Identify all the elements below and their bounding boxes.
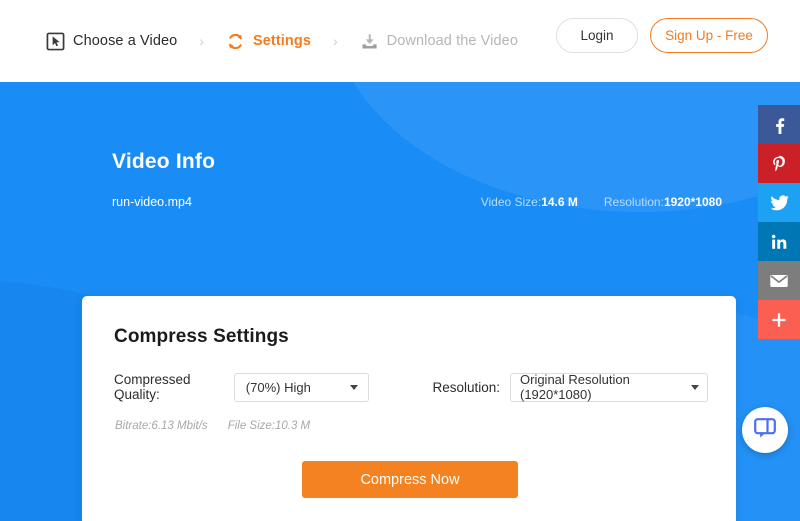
share-linkedin-button[interactable] <box>758 222 800 261</box>
video-resolution-label: Resolution: <box>603 195 664 209</box>
video-size-value: 14.6 M <box>541 195 578 209</box>
refresh-sync-icon <box>226 32 245 51</box>
compressed-quality-value: (70%) High <box>245 379 311 395</box>
facebook-icon <box>769 115 789 135</box>
login-button[interactable]: Login <box>556 18 638 53</box>
social-share-bar <box>758 105 800 339</box>
video-size: Video Size:14.6 M <box>481 195 578 209</box>
output-stats: Bitrate:6.13 Mbit/s File Size:10.3 M <box>115 420 310 432</box>
top-header: Choose a Video › Settings › Download the… <box>0 0 800 82</box>
plus-icon <box>769 310 789 330</box>
video-info-title: Video Info <box>112 150 216 173</box>
video-info-row: run-video.mp4 Video Size:14.6 M Resoluti… <box>112 195 722 209</box>
resolution-control: Resolution: Original Resolution (1920*10… <box>432 372 708 402</box>
chat-widget-button[interactable] <box>742 407 788 453</box>
breadcrumb-chevron: › <box>333 33 338 49</box>
step-settings[interactable]: Settings <box>226 32 311 51</box>
video-info-block: Video Info run-video.mp4 Video Size:14.6… <box>112 150 722 209</box>
resolution-value: Original Resolution (1920*1080) <box>520 372 630 402</box>
cursor-select-icon <box>46 32 65 51</box>
linkedin-icon <box>769 232 789 252</box>
video-file-name: run-video.mp4 <box>112 195 192 209</box>
breadcrumb-chevron: › <box>199 33 204 49</box>
step-choose-a-video[interactable]: Choose a Video <box>46 32 177 51</box>
share-twitter-button[interactable] <box>758 183 800 222</box>
step-label: Download the Video <box>386 33 518 49</box>
card-title: Compress Settings <box>114 326 289 347</box>
video-resolution: Resolution:1920*1080 <box>604 195 722 209</box>
step-download-the-video[interactable]: Download the Video <box>360 32 518 51</box>
step-label: Settings <box>253 33 311 49</box>
pinterest-icon <box>769 154 789 174</box>
chevron-down-icon <box>691 384 699 390</box>
chat-bubble-icon <box>752 415 778 446</box>
signup-button[interactable]: Sign Up - Free <box>650 18 768 53</box>
share-email-button[interactable] <box>758 261 800 300</box>
page-root: Choose a Video › Settings › Download the… <box>0 0 800 521</box>
breadcrumb: Choose a Video › Settings › Download the… <box>46 32 518 51</box>
chevron-down-icon <box>350 384 359 390</box>
resolution-label: Resolution: <box>432 379 500 395</box>
envelope-icon <box>768 270 790 292</box>
compressed-quality-select[interactable]: (70%) High <box>233 372 370 402</box>
share-more-button[interactable] <box>758 300 800 339</box>
step-label: Choose a Video <box>73 33 178 49</box>
download-tray-icon <box>360 32 379 51</box>
settings-controls: Compressed Quality: (70%) High Resolutio… <box>114 372 708 402</box>
compressed-quality-label: Compressed Quality: <box>114 372 191 402</box>
auth-buttons: Login Sign Up - Free <box>556 18 768 53</box>
resolution-select[interactable]: Original Resolution (1920*1080) <box>510 372 708 402</box>
compress-settings-card: Compress Settings Compressed Quality: (7… <box>82 296 736 521</box>
video-resolution-value: 1920*1080 <box>663 195 722 209</box>
share-pinterest-button[interactable] <box>758 144 800 183</box>
twitter-icon <box>769 192 790 213</box>
video-size-label: Video Size: <box>480 195 542 209</box>
share-facebook-button[interactable] <box>758 105 800 144</box>
video-meta: Video Size:14.6 M Resolution:1920*1080 <box>481 195 722 209</box>
compress-now-button[interactable]: Compress Now <box>302 461 518 498</box>
file-size-text: File Size:10.3 M <box>227 420 311 432</box>
bitrate-text: Bitrate:6.13 Mbit/s <box>115 420 208 432</box>
hero-section: Video Info run-video.mp4 Video Size:14.6… <box>0 82 800 521</box>
